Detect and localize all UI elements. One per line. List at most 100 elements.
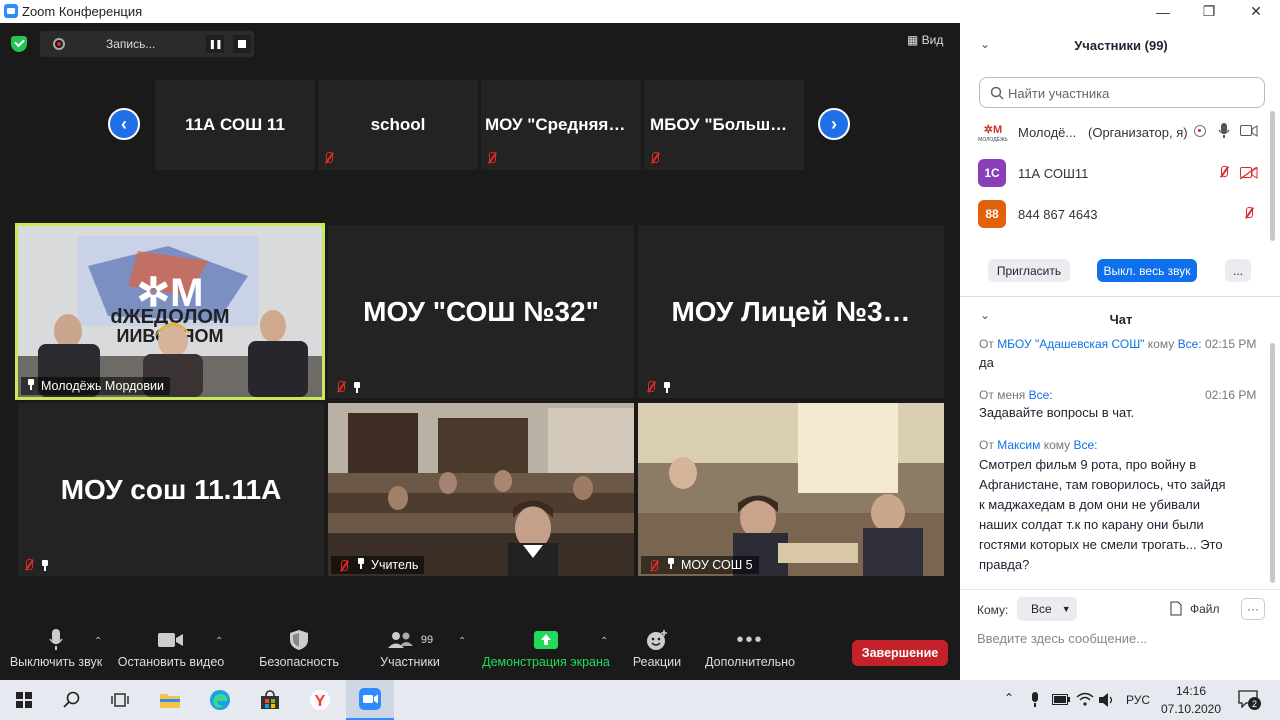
prev-page-button[interactable]: ‹ (108, 108, 140, 140)
recipient-select[interactable]: Все ▼ (1017, 597, 1077, 621)
mic-muted-icon (337, 560, 351, 573)
pin-icon (357, 558, 365, 569)
divider (960, 589, 1280, 590)
participant-name: Молодё... (1018, 125, 1077, 140)
encryption-shield-icon[interactable] (11, 36, 27, 52)
participant-row[interactable]: 88 844 867 4643 (976, 198, 1266, 230)
from-prefix: От (979, 438, 994, 452)
microphone-icon[interactable] (1218, 123, 1230, 139)
search-placeholder: Найти участника (1008, 86, 1110, 101)
clock-time[interactable]: 14:16 (1160, 684, 1222, 698)
view-label: Вид (921, 33, 944, 47)
windows-start-button[interactable] (0, 680, 48, 720)
participants-button[interactable]: 99 Участники (372, 625, 448, 680)
zoom-taskbar-button[interactable] (346, 680, 394, 720)
mic-muted-icon[interactable] (1217, 166, 1231, 179)
language-indicator[interactable]: РУС (1126, 693, 1150, 707)
share-screen-button[interactable]: Демонстрация экрана (480, 625, 612, 680)
participants-more-button[interactable]: ... (1225, 259, 1251, 282)
file-label: Файл (1190, 601, 1220, 616)
sender[interactable]: Максим (997, 438, 1040, 452)
more-label: Дополнительно (705, 655, 795, 669)
thumbnail-tile[interactable]: МБОУ "Больш… (644, 80, 804, 170)
camera-icon[interactable] (1240, 125, 1258, 137)
video-tile[interactable]: МОУ СОШ 5 (638, 403, 944, 576)
pin-icon (667, 558, 675, 569)
invite-button[interactable]: Пригласить (988, 259, 1070, 282)
close-button[interactable]: ✕ (1233, 0, 1279, 23)
chevron-down-icon: ▼ (1061, 604, 1071, 614)
to-prefix: кому (1043, 438, 1071, 452)
chat-message-header: От Максим кому Все: (979, 438, 1259, 452)
chevron-up-icon[interactable]: ⌃ (458, 636, 466, 647)
store-button[interactable] (246, 680, 294, 720)
chevron-up-icon[interactable]: ⌃ (600, 636, 608, 647)
to-label: Кому: (977, 603, 1009, 617)
video-tile[interactable]: МОУ "СОШ №32" (328, 225, 634, 398)
end-meeting-button[interactable]: Завершение (852, 640, 948, 666)
taskbar-search-button[interactable] (48, 680, 96, 720)
svg-text:✲M: ✲M (984, 124, 1002, 136)
recipient-value: Все (1031, 602, 1052, 616)
stop-recording-button[interactable] (233, 35, 251, 53)
taskbar: Y ⌃ РУС 14:16 07.10.2020 2 (0, 680, 1280, 720)
participant-name-tag: Учитель (331, 556, 425, 574)
task-view-button[interactable] (96, 680, 144, 720)
pin-icon (663, 382, 671, 393)
microphone-icon (8, 625, 104, 655)
mute-all-button[interactable]: Выкл. весь звук (1097, 259, 1197, 282)
chat-message-input[interactable]: Введите здесь сообщение... (977, 631, 1267, 646)
folder-icon (160, 694, 180, 708)
battery-icon[interactable] (1052, 694, 1070, 705)
message-time: 02:16 PM (1205, 388, 1257, 402)
chevron-up-icon[interactable]: ⌃ (215, 636, 223, 647)
thumbnail-tile[interactable]: school (318, 80, 478, 170)
file-explorer-button[interactable] (146, 680, 194, 720)
mute-button[interactable]: Выключить звук (8, 625, 104, 680)
video-tile[interactable]: Учитель (328, 403, 634, 576)
reactions-button[interactable]: Реакции (628, 625, 686, 680)
file-button[interactable]: Файл (1170, 601, 1220, 616)
sender[interactable]: МБОУ "Адашевская СОШ" (997, 338, 1144, 351)
security-button[interactable]: Безопасность (256, 625, 342, 680)
video-tile[interactable]: МОУ Лицей №3… (638, 225, 944, 398)
participant-display-name: МОУ "СОШ №32" (363, 295, 599, 327)
thumbnail-tile[interactable]: МОУ "Средняя… (481, 80, 641, 170)
security-label: Безопасность (259, 655, 339, 669)
mic-muted-icon (647, 560, 661, 573)
chat-messages: От МБОУ "Адашевская СОШ" кому Все: 02:15… (960, 338, 1270, 578)
maximize-button[interactable]: ❐ (1186, 0, 1232, 23)
avatar: ✲MМОЛОДЁЖЬ (978, 119, 1008, 145)
wifi-icon[interactable] (1076, 692, 1094, 706)
zoom-icon (359, 688, 381, 710)
volume-icon[interactable] (1098, 692, 1116, 708)
participant-row[interactable]: ✲M МОЛОДЁЖЬ Молодё... (Организатор, я) (976, 117, 1266, 149)
more-button[interactable]: ••• Дополнительно (700, 625, 800, 680)
participant-row[interactable]: 1С 11А СОШ11 (976, 157, 1266, 189)
show-hidden-icons-chevron-icon[interactable]: ⌃ (1004, 691, 1014, 705)
notifications-button[interactable]: 2 (1238, 690, 1261, 710)
participants-label: Участники (380, 655, 440, 669)
stop-video-button[interactable]: Остановить видео (116, 625, 226, 680)
edge-browser-button[interactable] (196, 680, 244, 720)
camera-off-icon[interactable] (1240, 167, 1258, 180)
thumbnail-tile[interactable]: 11А СОШ 11 (155, 80, 315, 170)
windows-logo-icon (16, 692, 32, 708)
view-button[interactable]: ▦ Вид (907, 33, 943, 47)
chevron-right-icon: › (831, 113, 837, 134)
yandex-browser-button[interactable]: Y (296, 680, 344, 720)
chevron-up-icon[interactable]: ⌃ (94, 636, 102, 647)
video-tile[interactable]: МОУ сош 11.11А (18, 403, 324, 576)
chat-more-button[interactable]: ··· (1241, 598, 1265, 620)
participant-name: Учитель (371, 558, 419, 572)
minimize-button[interactable]: — (1140, 0, 1186, 23)
participants-scrollbar[interactable] (1270, 111, 1275, 241)
next-page-button[interactable]: › (818, 108, 850, 140)
pause-recording-button[interactable]: ❚❚ (206, 35, 224, 53)
clock-date[interactable]: 07.10.2020 (1158, 702, 1224, 716)
mic-muted-icon[interactable] (1242, 207, 1256, 220)
participant-search-input[interactable]: Найти участника (979, 77, 1265, 108)
store-icon (261, 690, 279, 709)
video-tile-active-speaker[interactable]: ✲M dЖЕДОЛОМ ИИВОДЯОМ Молодёжь Мордовии (15, 223, 325, 400)
chat-scrollbar[interactable] (1270, 343, 1275, 583)
